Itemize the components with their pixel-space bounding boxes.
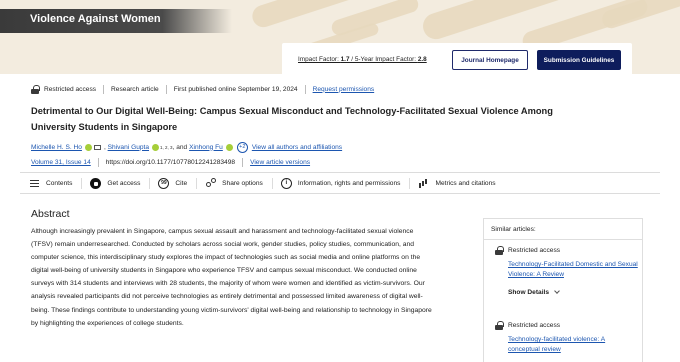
and-text: and bbox=[176, 143, 188, 151]
impact-factor-value: 1.7 bbox=[340, 56, 350, 63]
more-authors-button[interactable]: +2 bbox=[236, 141, 248, 153]
orcid-icon[interactable] bbox=[225, 143, 233, 151]
journal-homepage-button[interactable]: Journal Homepage bbox=[452, 50, 528, 70]
publication-date: First published online September 19, 202… bbox=[173, 85, 298, 93]
view-all-authors-link[interactable]: View all authors and affiliations bbox=[252, 144, 342, 151]
submission-guidelines-button[interactable]: Submission Guidelines bbox=[537, 50, 621, 70]
abstract-heading: Abstract bbox=[31, 208, 70, 220]
divider bbox=[484, 239, 642, 240]
article-title: Detrimental to Our Digital Well-Being: C… bbox=[31, 106, 553, 132]
volume-row: Volume 31, Issue 14 https://doi.org/10.1… bbox=[31, 156, 310, 168]
get-access-button[interactable]: Get access bbox=[81, 173, 149, 193]
request-permissions-link[interactable]: Request permissions bbox=[313, 86, 375, 93]
get-access-icon bbox=[90, 177, 102, 189]
author-link[interactable]: Shivani Gupta bbox=[108, 144, 149, 151]
similar-article-link[interactable]: Technology-Facilitated Domestic and Sexu… bbox=[508, 260, 638, 280]
chevron-down-icon bbox=[554, 288, 560, 294]
author-link[interactable]: Xinhong Fu bbox=[189, 144, 223, 151]
affiliation-sup: 1, 2, 3 bbox=[160, 144, 173, 150]
article-type: Research article bbox=[111, 85, 159, 93]
metrics-icon bbox=[418, 178, 429, 189]
impact-factor-link[interactable]: Impact Factor: 1.7 / 5-Year Impact Facto… bbox=[298, 56, 427, 63]
article-toolbar: Contents Get access 99 Cite Share option… bbox=[20, 172, 660, 194]
orcid-icon[interactable] bbox=[84, 143, 92, 151]
lock-icon bbox=[495, 246, 504, 255]
similar-article-access: Restricted access bbox=[495, 321, 560, 330]
show-details-button[interactable]: Show Details bbox=[508, 288, 560, 296]
similar-articles-title: Similar articles: bbox=[491, 226, 536, 233]
five-year-impact-factor-value: 2.8 bbox=[417, 56, 427, 63]
information-rights-button[interactable]: i Information, rights and permissions bbox=[271, 173, 410, 193]
share-icon bbox=[205, 177, 217, 189]
cite-icon: 99 bbox=[158, 177, 170, 189]
metrics-citations-button[interactable]: Metrics and citations bbox=[409, 173, 504, 193]
info-icon: i bbox=[280, 177, 292, 189]
article-meta-row: Restricted access Research article First… bbox=[31, 83, 374, 95]
email-icon[interactable] bbox=[93, 144, 101, 150]
cite-button[interactable]: 99 Cite bbox=[149, 173, 196, 193]
share-options-button[interactable]: Share options bbox=[196, 173, 272, 193]
lock-icon bbox=[31, 84, 40, 94]
similar-article-link[interactable]: Technology-facilitated violence: A conce… bbox=[508, 335, 638, 355]
doi[interactable]: https://doi.org/10.1177/1077801224128349… bbox=[106, 159, 235, 166]
volume-issue-link[interactable]: Volume 31, Issue 14 bbox=[31, 159, 91, 166]
lock-icon bbox=[495, 321, 504, 330]
journal-title[interactable]: Violence Against Women bbox=[30, 13, 161, 25]
contents-icon bbox=[29, 178, 40, 189]
abstract-text: Although increasingly prevalent in Singa… bbox=[31, 228, 432, 327]
access-status: Restricted access bbox=[44, 85, 97, 93]
author-link[interactable]: Michelle H. S. Ho bbox=[31, 144, 82, 151]
orcid-icon[interactable] bbox=[152, 143, 160, 151]
author-list: Michelle H. S. Ho , Shivani Gupta 1, 2, … bbox=[31, 141, 343, 153]
view-versions-link[interactable]: View article versions bbox=[250, 159, 310, 166]
similar-article-access: Restricted access bbox=[495, 246, 560, 255]
contents-button[interactable]: Contents bbox=[20, 173, 81, 193]
